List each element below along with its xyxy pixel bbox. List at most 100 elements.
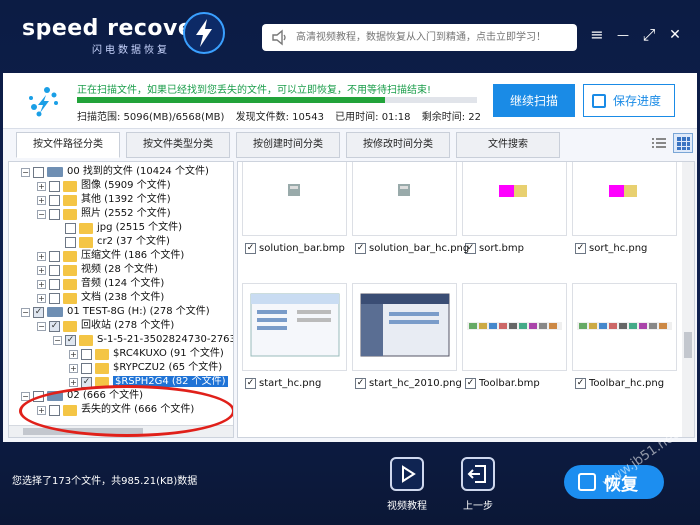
tree-checkbox[interactable] [65, 222, 76, 234]
file-name: sort_hc.png [589, 243, 648, 254]
tree-checkbox[interactable] [49, 194, 60, 206]
file-thumbnail[interactable] [572, 283, 677, 371]
continue-scan-button[interactable]: 继续扫描 [493, 84, 575, 117]
tree-item[interactable]: − ✓ 01 TEST-8G (H:) (278 个文件) [21, 305, 210, 319]
video-tutorial-button[interactable] [390, 457, 424, 491]
file-card[interactable]: ✓ sort.bmp [462, 162, 567, 279]
restore-icon[interactable]: ⤢ [640, 26, 658, 44]
file-thumbnail[interactable] [462, 283, 567, 371]
expand-toggle-icon[interactable]: + [69, 377, 78, 387]
selection-status: 您选择了173个文件，共985.21(KB)数据 [12, 476, 198, 487]
list-view-icon[interactable] [651, 135, 667, 151]
file-thumbnail[interactable] [352, 162, 457, 236]
grid-vertical-scrollbar[interactable] [682, 162, 694, 437]
expand-toggle-icon[interactable]: + [37, 265, 46, 275]
tree-checkbox[interactable] [81, 362, 92, 374]
back-arrow-icon [467, 465, 486, 483]
close-icon[interactable]: ✕ [666, 26, 684, 44]
expand-toggle-icon[interactable]: + [37, 279, 46, 289]
tree-checkbox[interactable] [33, 166, 44, 178]
file-checkbox[interactable]: ✓ [355, 243, 366, 254]
expand-toggle-icon[interactable]: + [69, 349, 78, 359]
tree-checkbox[interactable] [49, 292, 60, 304]
tree-item[interactable]: + 视频 (28 个文件) [37, 263, 158, 277]
tree-checkbox[interactable] [65, 236, 76, 248]
tab-by-path[interactable]: 按文件路径分类 [16, 132, 120, 158]
file-checkbox[interactable]: ✓ [465, 378, 476, 389]
tree-checkbox[interactable] [49, 250, 60, 262]
file-checkbox[interactable]: ✓ [245, 243, 256, 254]
tree-checkbox[interactable]: ✓ [33, 306, 44, 318]
file-card[interactable]: ✓ Toolbar.bmp [462, 283, 567, 414]
grid-view-icon[interactable] [673, 133, 693, 153]
expand-toggle-icon[interactable]: + [69, 363, 78, 373]
red-annotation-ellipse [19, 385, 233, 437]
expand-toggle-icon[interactable]: + [37, 195, 46, 205]
expand-toggle-icon[interactable]: + [37, 251, 46, 261]
tree-item[interactable]: + 图像 (5909 个文件) [37, 179, 171, 193]
tree-checkbox[interactable]: ✓ [49, 320, 60, 332]
menu-icon[interactable]: ≡ [588, 26, 606, 44]
tab-file-search[interactable]: 文件搜索 [456, 132, 560, 158]
tree-item[interactable]: + 其他 (1392 个文件) [37, 193, 171, 207]
expand-toggle-icon[interactable]: − [37, 321, 46, 331]
file-card[interactable]: ✓ solution_bar_hc.png [352, 162, 469, 279]
file-card[interactable]: ✓ start_hc.png [242, 283, 347, 414]
file-checkbox[interactable]: ✓ [575, 243, 586, 254]
tree-item[interactable]: + 压缩文件 (186 个文件) [37, 249, 184, 263]
file-thumbnail[interactable] [352, 283, 457, 371]
expand-toggle-icon[interactable]: − [53, 335, 62, 345]
file-thumbnail[interactable] [242, 162, 347, 236]
file-card[interactable]: ✓ Toolbar_hc.png [572, 283, 677, 414]
tree-item-label: cr2 (37 个文件) [97, 236, 170, 247]
tree-item-label: 视频 (28 个文件) [81, 264, 158, 275]
tree-checkbox[interactable]: ✓ [65, 334, 76, 346]
tab-by-type[interactable]: 按文件类型分类 [126, 132, 230, 158]
file-name: start_hc_2010.png [369, 378, 462, 389]
file-name: solution_bar.bmp [259, 243, 345, 254]
expand-toggle-icon[interactable]: − [21, 167, 30, 177]
search-input[interactable] [296, 28, 571, 47]
file-card[interactable]: ✓ sort_hc.png [572, 162, 677, 279]
file-checkbox[interactable]: ✓ [355, 378, 366, 389]
expand-toggle-icon[interactable]: − [21, 307, 30, 317]
back-button[interactable] [461, 457, 495, 491]
tree-item[interactable]: + 文档 (238 个文件) [37, 291, 164, 305]
file-thumbnail[interactable] [572, 162, 677, 236]
folder-icon [79, 236, 93, 248]
tree-checkbox[interactable] [49, 208, 60, 220]
expand-toggle-icon[interactable]: − [37, 209, 46, 219]
save-progress-button[interactable]: 保存进度 [583, 84, 675, 117]
file-name: Toolbar_hc.png [589, 378, 665, 389]
tree-item[interactable]: cr2 (37 个文件) [53, 235, 170, 249]
file-checkbox[interactable]: ✓ [245, 378, 256, 389]
folder-icon [95, 362, 109, 374]
expand-toggle-icon[interactable]: + [37, 181, 46, 191]
tree-item[interactable]: − 00 找到的文件 (10424 个文件) [21, 165, 209, 179]
tree-item-label: jpg (2515 个文件) [97, 222, 183, 233]
folder-icon [63, 194, 77, 206]
file-card[interactable]: ✓ start_hc_2010.png [352, 283, 462, 414]
file-thumbnail[interactable] [242, 283, 347, 371]
tab-by-created[interactable]: 按创建时间分类 [236, 132, 340, 158]
file-thumbnail[interactable] [462, 162, 567, 236]
tree-checkbox[interactable] [49, 264, 60, 276]
file-checkbox[interactable]: ✓ [575, 378, 586, 389]
expand-toggle-icon[interactable]: + [37, 293, 46, 303]
tab-by-modified[interactable]: 按修改时间分类 [346, 132, 450, 158]
tree-checkbox[interactable] [81, 348, 92, 360]
scan-range: 扫描范围: 5096(MB)/6568(MB) [77, 112, 225, 123]
tree-item[interactable]: − ✓ 回收站 (278 个文件) [37, 319, 174, 333]
tree-checkbox[interactable] [49, 278, 60, 290]
file-card[interactable]: ✓ solution_bar.bmp [242, 162, 347, 279]
folder-icon [63, 208, 77, 220]
tree-item[interactable]: −✓ S-1-5-21-3502824730-2763928 [53, 333, 233, 347]
tree-item[interactable]: jpg (2515 个文件) [53, 221, 182, 235]
search-box[interactable] [262, 24, 577, 51]
tree-item[interactable]: + $RYPCZU2 (65 个文件) [69, 361, 222, 375]
tree-checkbox[interactable] [49, 180, 60, 192]
tree-item[interactable]: − 照片 (2552 个文件) [37, 207, 171, 221]
minimize-icon[interactable]: — [614, 26, 632, 44]
tree-item[interactable]: + $RC4KUXO (91 个文件) [69, 347, 224, 361]
tree-item[interactable]: + 音频 (124 个文件) [37, 277, 164, 291]
